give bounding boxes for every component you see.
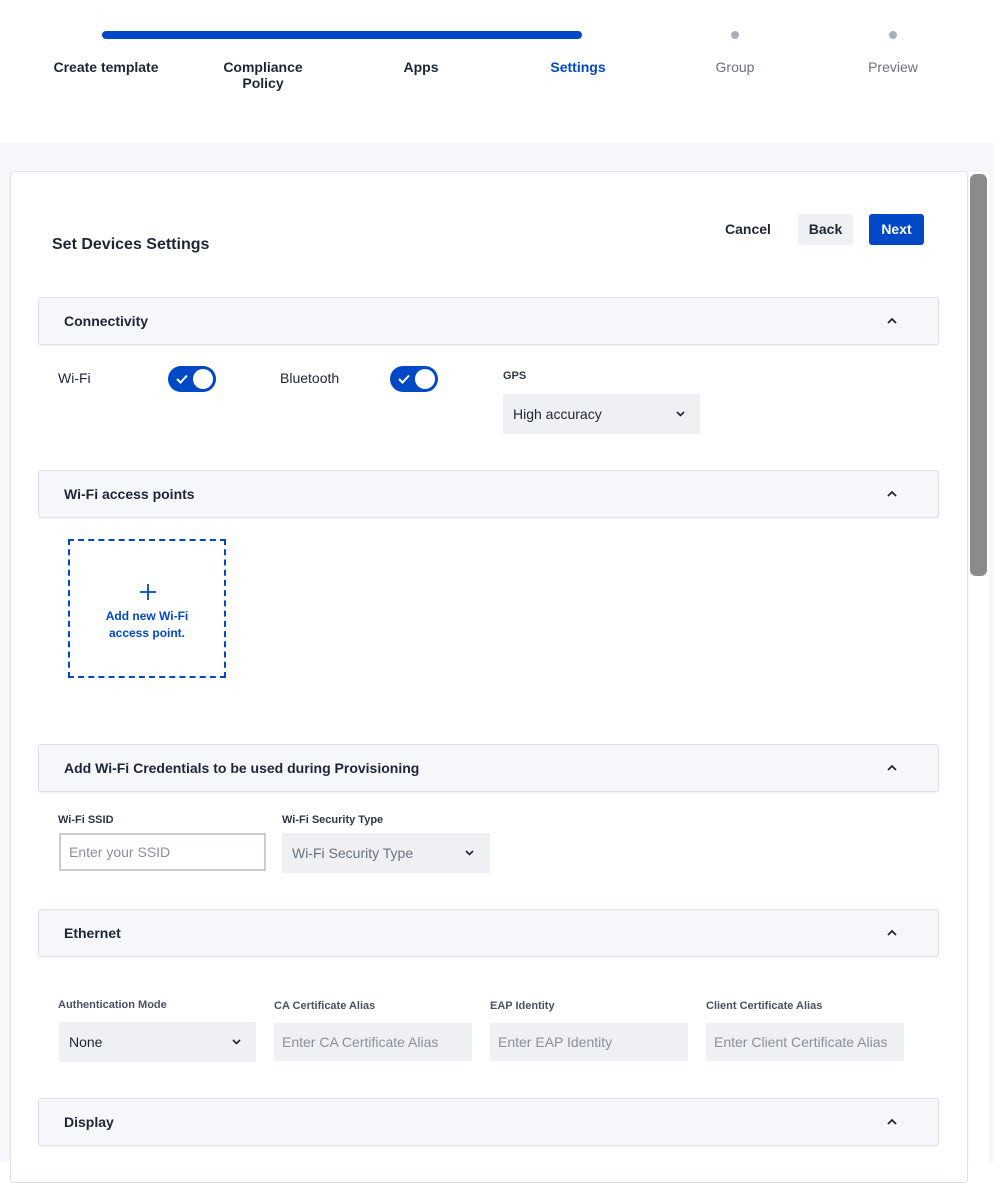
step-settings[interactable]: Settings (513, 59, 643, 75)
wifi-toggle-label: Wi-Fi (58, 370, 91, 386)
wifi-security-type-placeholder: Wi-Fi Security Type (292, 845, 414, 861)
section-display-title: Display (64, 1114, 114, 1130)
plus-icon (140, 584, 156, 600)
authentication-mode-label: Authentication Mode (58, 999, 167, 1011)
back-button[interactable]: Back (798, 214, 853, 245)
section-connectivity-title: Connectivity (64, 313, 149, 329)
bluetooth-toggle-knob (415, 369, 435, 389)
section-wifi-credentials[interactable]: Add Wi-Fi Credentials to be used during … (38, 744, 939, 792)
progress-bar-completed (102, 31, 582, 39)
chevron-down-icon (232, 1039, 241, 1045)
bluetooth-toggle-label: Bluetooth (280, 370, 340, 386)
section-ethernet-title: Ethernet (64, 925, 121, 941)
add-wifi-access-point-label: Add new Wi-Fi access point. (105, 609, 189, 640)
chevron-up-icon[interactable] (887, 489, 897, 499)
eap-identity-input[interactable] (490, 1023, 688, 1061)
cancel-button[interactable]: Cancel (716, 214, 780, 245)
chevron-down-icon (465, 850, 474, 856)
next-button[interactable]: Next (869, 214, 924, 245)
ca-certificate-alias-input[interactable] (274, 1023, 472, 1061)
wifi-ssid-input[interactable] (59, 833, 266, 871)
chevron-up-icon[interactable] (887, 1117, 897, 1127)
ca-certificate-alias-label: CA Certificate Alias (274, 1000, 376, 1012)
gps-label: GPS (503, 370, 527, 382)
check-icon (176, 374, 188, 384)
progress-stepper: Create template Compliance Policy Apps S… (0, 0, 994, 143)
step-compliance-policy[interactable]: Compliance Policy (208, 59, 318, 91)
scrollbar-thumb[interactable] (970, 174, 987, 576)
section-connectivity[interactable]: Connectivity (38, 297, 939, 345)
gps-select-value: High accuracy (513, 406, 602, 422)
step-group: Group (715, 59, 755, 75)
section-wifi-credentials-title: Add Wi-Fi Credentials to be used during … (64, 760, 420, 776)
wifi-security-type-select[interactable]: Wi-Fi Security Type (282, 833, 490, 873)
section-display[interactable]: Display (38, 1098, 939, 1146)
step-dot-group (731, 31, 739, 39)
chevron-up-icon[interactable] (887, 316, 897, 326)
section-wifi-access-points-title: Wi-Fi access points (64, 486, 195, 502)
check-icon (398, 374, 410, 384)
chevron-up-icon[interactable] (887, 763, 897, 773)
step-preview: Preview (868, 59, 918, 75)
step-apps[interactable]: Apps (356, 59, 486, 75)
bluetooth-toggle[interactable] (390, 366, 438, 392)
authentication-mode-select[interactable]: None (59, 1022, 256, 1062)
section-wifi-access-points[interactable]: Wi-Fi access points (38, 470, 939, 518)
add-wifi-access-point-button[interactable]: Add new Wi-Fi access point. (68, 539, 226, 678)
section-ethernet[interactable]: Ethernet (38, 909, 939, 957)
page-title: Set Devices Settings (52, 236, 210, 253)
wifi-security-type-label: Wi-Fi Security Type (282, 814, 384, 826)
client-certificate-alias-label: Client Certificate Alias (706, 1000, 823, 1012)
authentication-mode-value: None (69, 1034, 103, 1050)
wifi-ssid-label: Wi-Fi SSID (58, 814, 114, 826)
step-dot-preview (889, 31, 897, 39)
step-create-template[interactable]: Create template (41, 59, 171, 75)
eap-identity-label: EAP Identity (490, 1000, 555, 1012)
wifi-toggle-knob (193, 369, 213, 389)
chevron-up-icon[interactable] (887, 928, 897, 938)
gps-select[interactable]: High accuracy (503, 394, 700, 434)
wifi-toggle[interactable] (168, 366, 216, 392)
chevron-down-icon (676, 411, 685, 417)
client-certificate-alias-input[interactable] (706, 1023, 904, 1061)
